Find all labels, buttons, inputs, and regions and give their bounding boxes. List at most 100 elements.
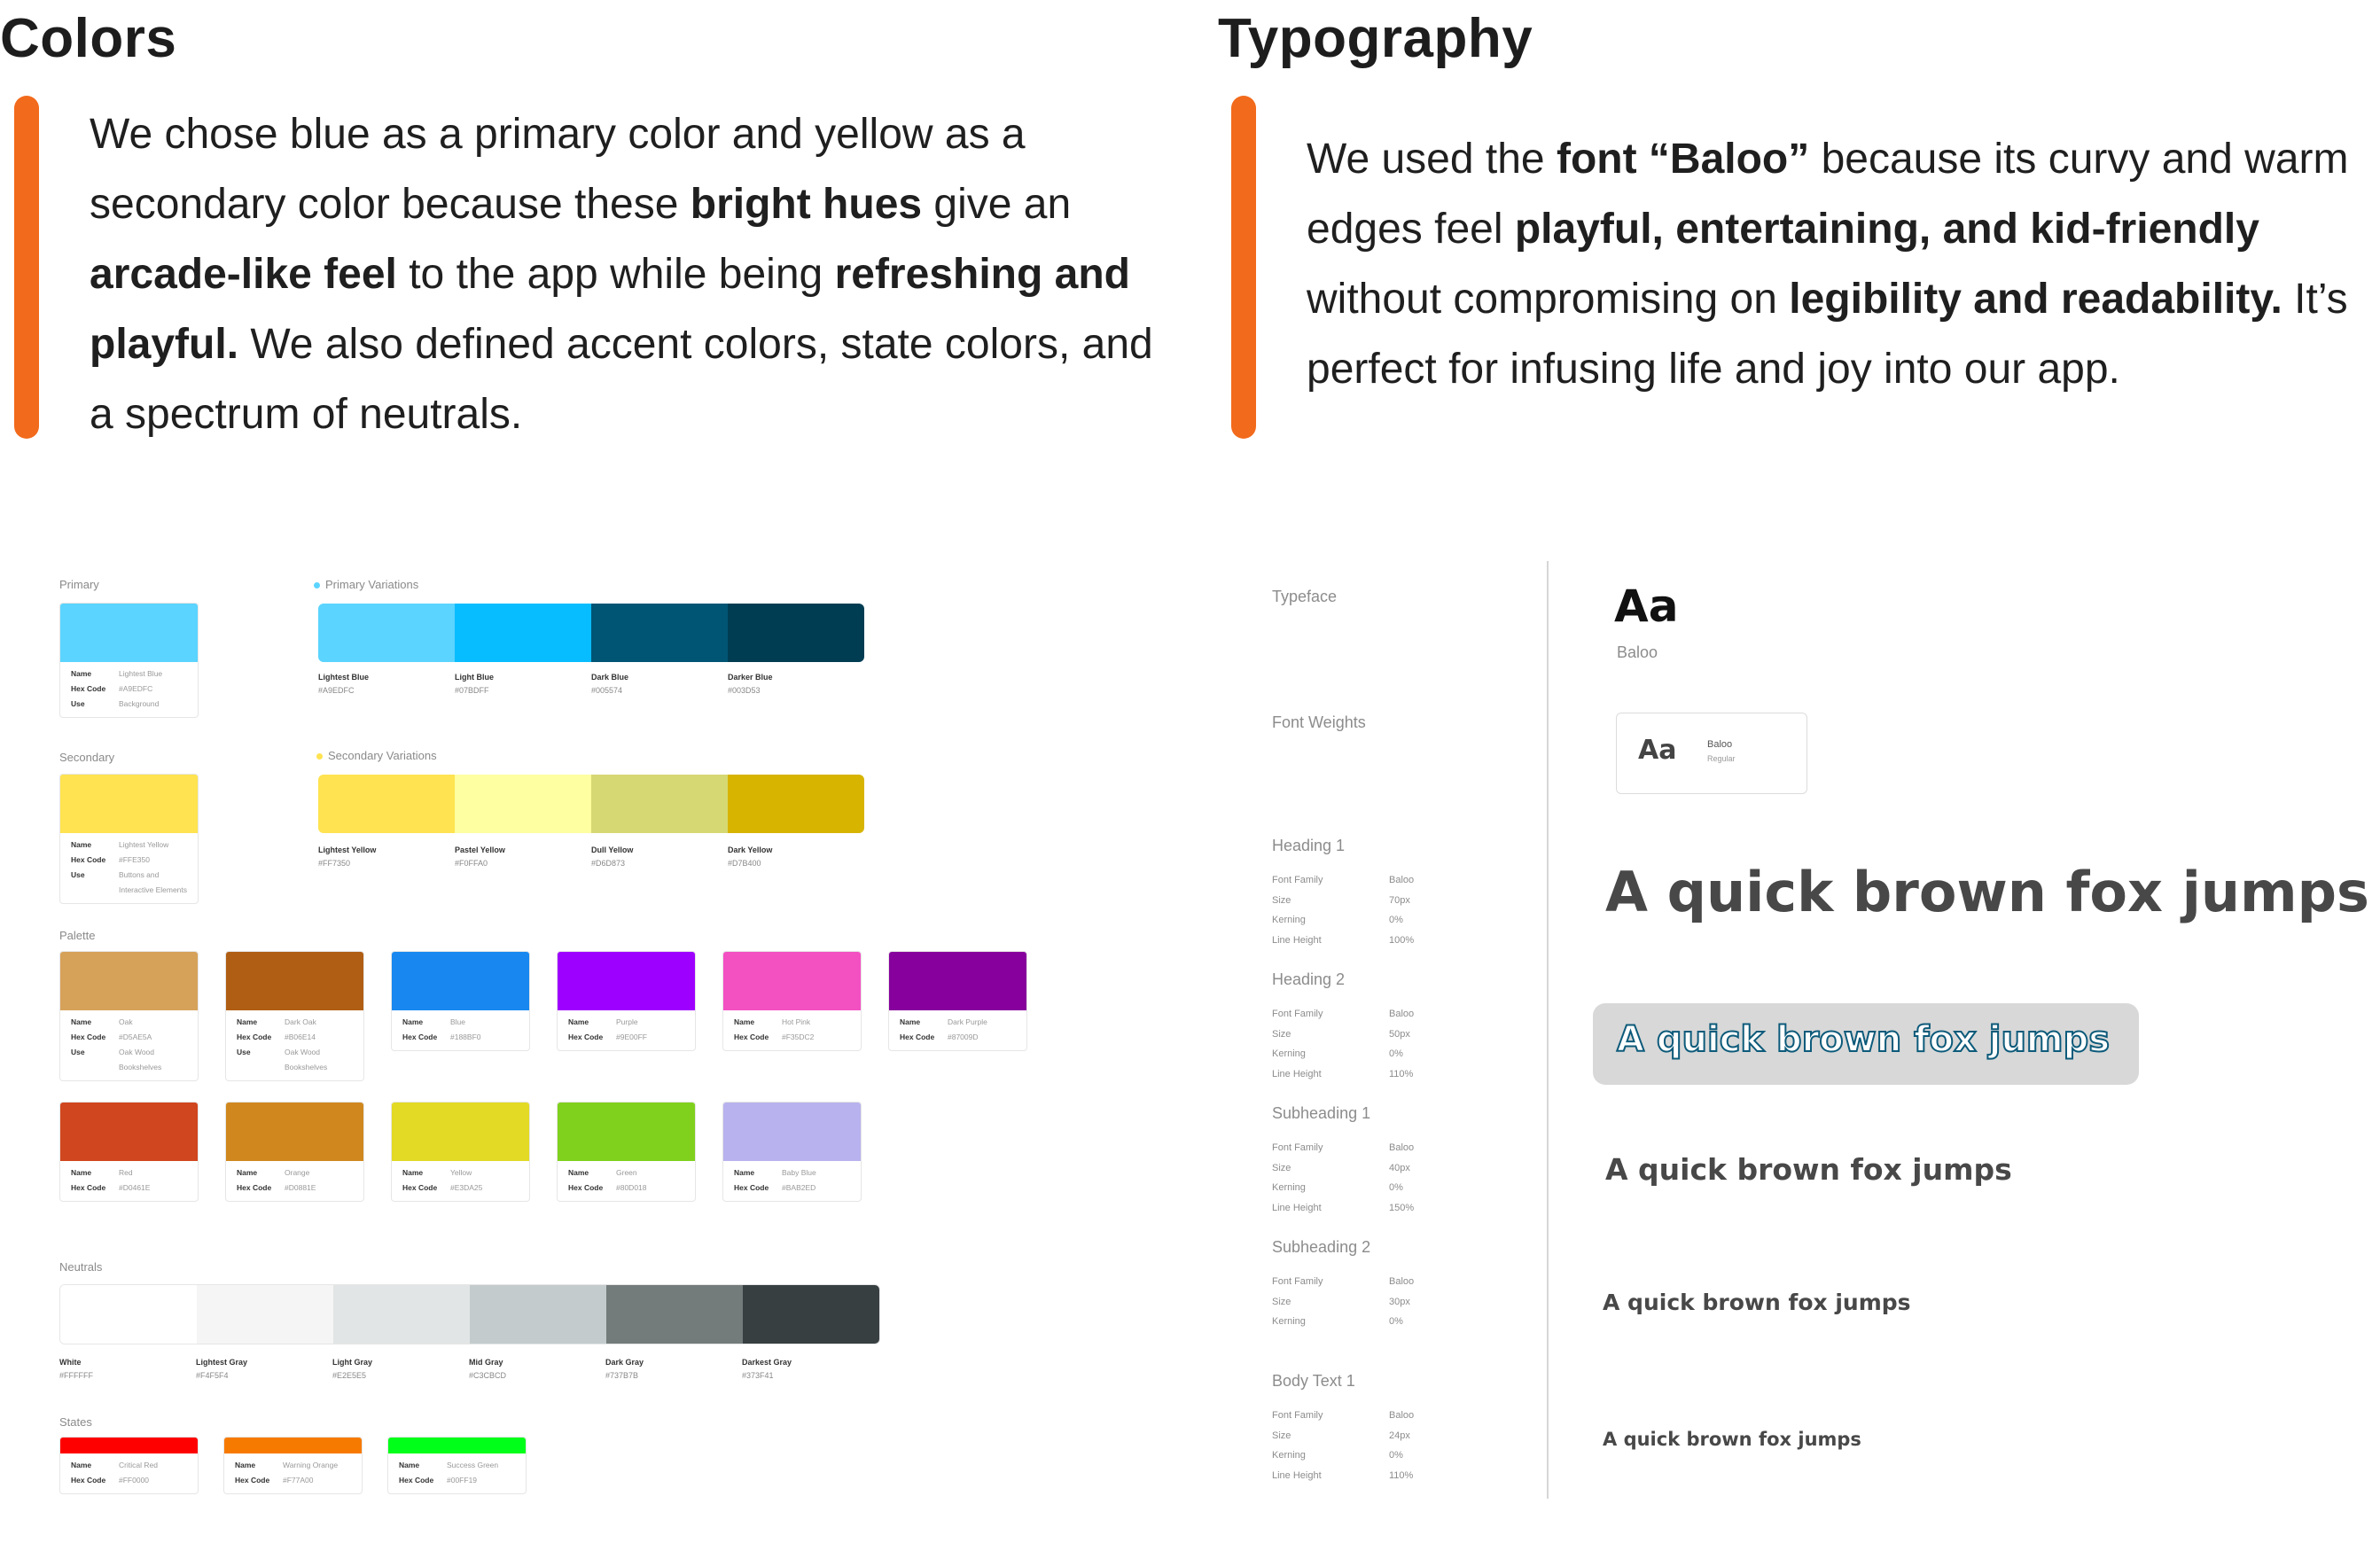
type-style-title: Body Text 1: [1272, 1372, 1355, 1390]
spec-label: Font Family: [1272, 1009, 1323, 1019]
spec-value: 110%: [1389, 1469, 1414, 1481]
swatch-field-label: Name: [237, 1017, 258, 1026]
swatch-field-label: Hex Code: [734, 1183, 769, 1192]
swatch-field-value: #E3DA25: [450, 1183, 483, 1192]
swatch-hex: #D6D873: [591, 859, 626, 868]
colors-title: Colors: [0, 8, 177, 69]
spec-label: Font Family: [1272, 875, 1323, 885]
primary-variations-strip: [318, 604, 864, 662]
spec-label: Kerning: [1272, 915, 1306, 925]
swatch-hex: #003D53: [728, 686, 761, 695]
swatch-name: Dark Blue: [591, 673, 629, 682]
neutral-swatch: [333, 1285, 470, 1344]
state-color-card: Name Success Green Hex Code #00FF19: [387, 1437, 527, 1494]
swatch-field-value: #9E00FF: [616, 1033, 647, 1041]
swatch-field-label: Hex Code: [734, 1033, 769, 1041]
color-swatch: [392, 952, 529, 1010]
type-style-title: Heading 1: [1272, 837, 1346, 854]
swatch-field-value: #87009D: [948, 1033, 979, 1041]
swatch-field-label: Hex Code: [568, 1183, 604, 1192]
swatch-field-value: #FF0000: [119, 1476, 150, 1485]
swatch-field-value: Warning Orange: [283, 1461, 339, 1469]
spec-label: Size: [1272, 1162, 1291, 1173]
swatch-field-label: Name: [399, 1461, 420, 1469]
swatch-field-value: Yellow: [450, 1168, 472, 1177]
spec-value: Baloo: [1389, 1276, 1415, 1287]
swatch-name: Lightest Gray: [196, 1358, 248, 1367]
color-swatch: [224, 1438, 362, 1453]
swatch-name: Dark Yellow: [728, 846, 773, 854]
sample-body-text-1: A quick brown fox jumps: [1603, 1429, 1861, 1450]
primary-variation-swatch: [728, 604, 864, 662]
swatch-name: Lightest Blue: [318, 673, 370, 682]
palette-label: Palette: [59, 929, 96, 942]
secondary-variation-caption: Pastel Yellow #F0FFA0: [455, 844, 505, 870]
swatch-name: Darkest Gray: [742, 1358, 792, 1367]
spec-value: 100%: [1389, 934, 1415, 946]
spec-label: Size: [1272, 894, 1291, 906]
swatch-field-label: Hex Code: [402, 1183, 438, 1192]
swatch-field-value: #B06E14: [285, 1033, 316, 1041]
type-style-title: Subheading 1: [1272, 1104, 1371, 1122]
color-swatch: [558, 1103, 695, 1161]
neutral-caption: White #FFFFFF: [59, 1356, 93, 1383]
swatch-field-value: Dark Oak: [285, 1017, 316, 1026]
spec-value: 0%: [1389, 1048, 1403, 1059]
weight-style: Regular: [1707, 754, 1736, 763]
weight-font-name: Baloo: [1707, 739, 1733, 750]
neutral-caption: Lightest Gray #F4F5F4: [196, 1356, 247, 1383]
swatch-field-label: Name: [71, 1168, 92, 1177]
swatch-field-label: Hex Code: [237, 1183, 272, 1192]
spec-value: 0%: [1389, 1450, 1403, 1461]
primary-variation-swatch: [455, 604, 591, 662]
typography-divider: [1547, 561, 1549, 1499]
spec-value: 24px: [1389, 1430, 1410, 1441]
swatch-name: Light Blue: [455, 673, 494, 682]
spec-label: Kerning: [1272, 1316, 1306, 1327]
swatch-hex: #07BDFF: [455, 686, 489, 695]
neutral-swatch: [470, 1285, 606, 1344]
secondary-variation-caption: Dark Yellow #D7B400: [728, 844, 772, 870]
swatch-field-label: Hex Code: [237, 1033, 272, 1041]
typography-title: Typography: [1218, 8, 1533, 69]
sample-heading-2-highlight: A quick brown fox jumps: [1593, 1003, 2139, 1085]
sample-heading-1: A quick brown fox jumps: [1605, 860, 2369, 924]
neutrals-strip: [59, 1284, 880, 1344]
swatch-field-value: Oak: [119, 1017, 133, 1026]
swatch-field-value: #F77A00: [283, 1476, 314, 1485]
swatch-field-label: Hex Code: [568, 1033, 604, 1041]
color-swatch: [723, 952, 861, 1010]
swatch-field-value: #A9EDFC: [119, 684, 153, 693]
palette-color-card: Name Red Hex Code #D0461E: [59, 1102, 199, 1202]
type-style-spec: Font Family Baloo Size 70px Kerning 0% Line He…: [1272, 870, 1414, 950]
swatch-field-value: Dark Purple: [948, 1017, 987, 1026]
swatch-field-value: Buttons and Interactive Elements: [119, 870, 188, 894]
swatch-hex: #C3CBCD: [469, 1371, 507, 1380]
type-style-title: Heading 2: [1272, 970, 1346, 988]
swatch-field-value: #D0881E: [285, 1183, 316, 1192]
spec-label: Line Height: [1272, 1068, 1322, 1079]
primary-color-card: Name Lightest Blue Hex Code #A9EDFC Use Backg…: [59, 603, 199, 718]
color-swatch: [723, 1103, 861, 1161]
swatch-field-value: Lightest Blue: [119, 669, 163, 678]
swatch-hex: #A9EDFC: [318, 686, 355, 695]
secondary-variation-swatch: [591, 775, 728, 833]
swatch-field-value: Baby Blue: [782, 1168, 816, 1177]
swatch-field-value: Orange: [285, 1168, 310, 1177]
swatch-name: Pastel Yellow: [455, 846, 505, 854]
spec-label: Size: [1272, 1296, 1291, 1307]
font-weights-label: Font Weights: [1272, 713, 1366, 731]
palette-color-card: Name Oak Hex Code #D5AE5A Use Oak Wood Booksh…: [59, 951, 199, 1081]
colors-description: We chose blue as a primary color and yel…: [90, 111, 1153, 438]
palette-color-card: Name Baby Blue Hex Code #BAB2ED: [722, 1102, 862, 1202]
sample-subheading-1: A quick brown fox jumps: [1605, 1152, 2012, 1187]
spec-label: Font Family: [1272, 1142, 1323, 1153]
neutral-swatch: [606, 1285, 743, 1344]
spec-label: Line Height: [1272, 934, 1322, 946]
swatch-field-value: Oak Wood Bookshelves: [119, 1048, 162, 1072]
state-color-card: Name Critical Red Hex Code #FF0000: [59, 1437, 199, 1494]
typography-accent-bar: [1231, 96, 1256, 439]
swatch-field-label: Use: [237, 1048, 251, 1056]
secondary-variation-swatch: [455, 775, 591, 833]
neutral-swatch: [743, 1285, 879, 1344]
